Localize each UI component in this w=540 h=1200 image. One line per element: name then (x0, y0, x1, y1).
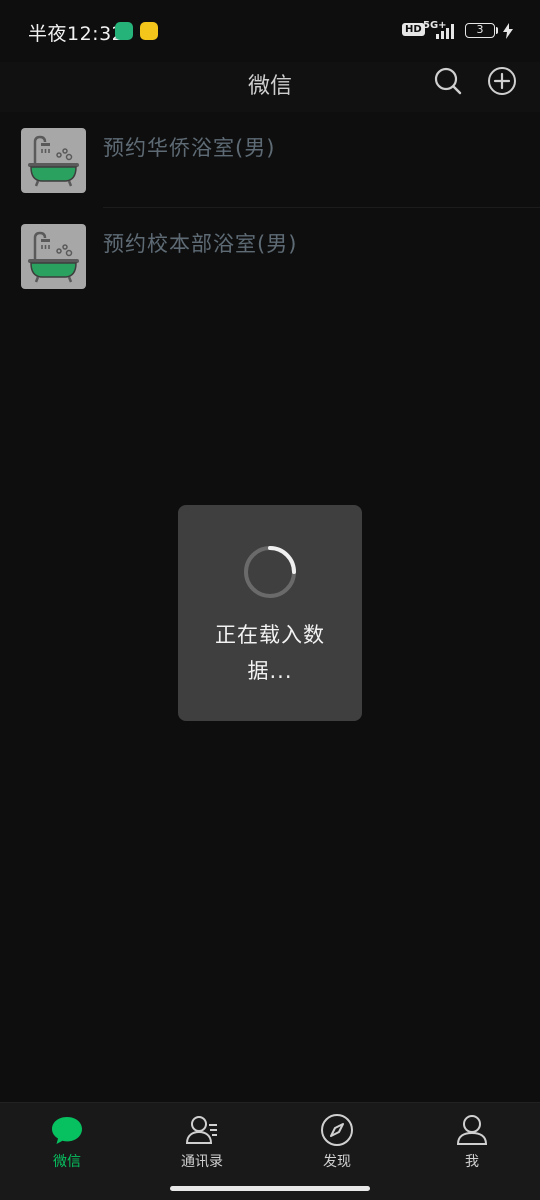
tab-label: 微信 (53, 1154, 81, 1170)
bathtub-icon (28, 135, 79, 187)
chat-bubble-icon (52, 1117, 82, 1144)
loading-text-line-2: 据... (247, 659, 293, 683)
notification-app-icon (140, 22, 158, 40)
list-item-label: 预约华侨浴室(男) (103, 136, 276, 160)
battery-tip (496, 27, 498, 34)
list-item-huaqiao-bathroom[interactable]: 预约华侨浴室(男) (0, 112, 540, 208)
loading-text-line-1: 正在载入数 (215, 623, 325, 647)
avatar (21, 128, 86, 193)
loading-text: 正在载入数 据... (206, 617, 334, 689)
contacts-icon (185, 1116, 217, 1144)
battery-indicator: 3 (465, 23, 495, 38)
tab-label: 我 (465, 1154, 479, 1170)
tab-label: 通讯录 (181, 1154, 223, 1170)
add-icon[interactable] (487, 66, 517, 96)
compass-icon (321, 1114, 353, 1146)
nav-bar: 微信 (0, 62, 540, 112)
list-item-label: 预约校本部浴室(男) (103, 232, 298, 256)
avatar (21, 224, 86, 289)
loading-spinner-icon (244, 546, 296, 598)
status-time: 半夜12:32 (28, 23, 125, 45)
list-item-main-campus-bathroom[interactable]: 预约校本部浴室(男) (0, 208, 540, 304)
home-indicator[interactable] (170, 1186, 370, 1191)
security-app-icon (115, 22, 133, 40)
charging-icon (503, 23, 513, 39)
signal-icon (436, 24, 454, 39)
hd-badge: HD (402, 23, 425, 36)
status-bar: 半夜12:32 HD 5G+ 3 (0, 0, 540, 62)
conversation-list: 预约华侨浴室(男) 预约校本部浴室(男) (0, 112, 540, 304)
person-icon (456, 1115, 488, 1145)
tab-label: 发现 (323, 1154, 351, 1170)
tab-discover[interactable]: 发现 (277, 1113, 397, 1183)
search-icon[interactable] (433, 66, 463, 96)
tab-contacts[interactable]: 通讯录 (142, 1113, 262, 1183)
loading-toast: 正在载入数 据... (178, 505, 362, 721)
bathtub-icon (28, 231, 79, 283)
tab-me[interactable]: 我 (412, 1113, 532, 1183)
tab-chats[interactable]: 微信 (7, 1113, 127, 1183)
